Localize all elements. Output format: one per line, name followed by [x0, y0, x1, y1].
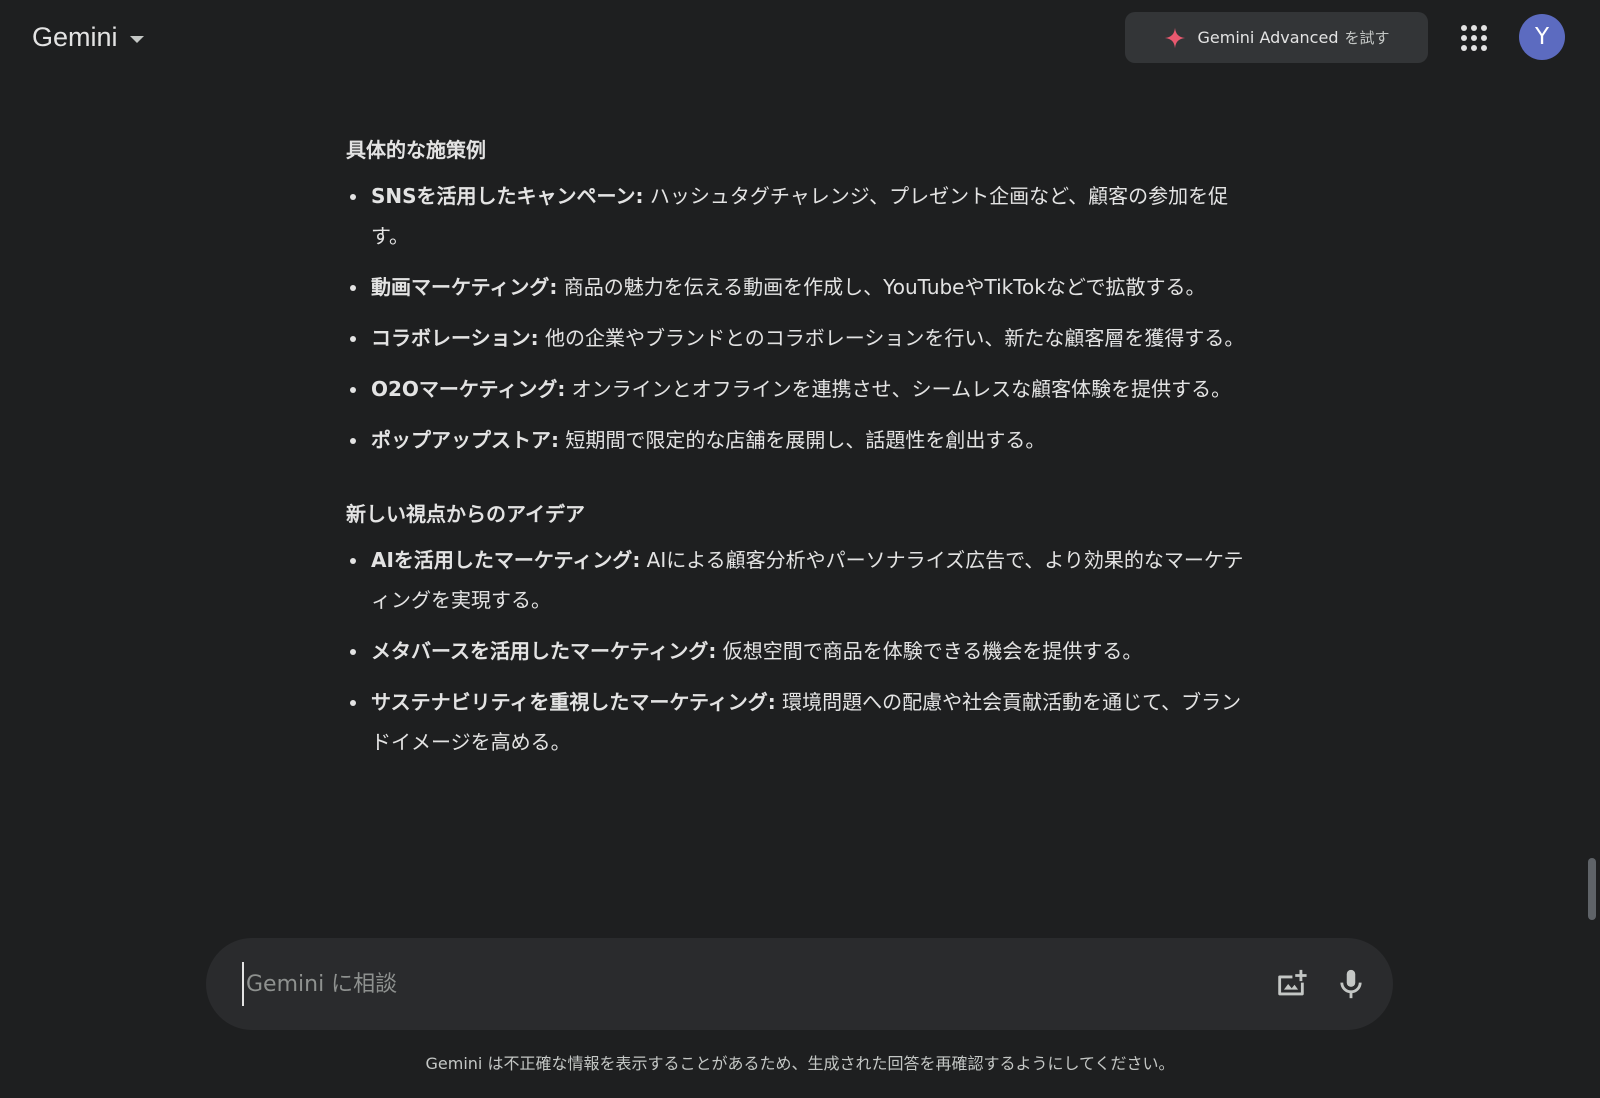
- bullet-list: AIを活用したマーケティング: AIによる顧客分析やパーソナライズ広告で、より効…: [346, 540, 1246, 762]
- advanced-suffix: を試す: [1344, 29, 1390, 47]
- item-term: サステナビリティを重視したマーケティング:: [371, 690, 776, 714]
- item-term: コラボレーション:: [371, 326, 539, 350]
- add-image-icon[interactable]: [1274, 967, 1308, 1001]
- item-term: メタバースを活用したマーケティング:: [371, 639, 717, 663]
- item-text: 商品の魅力を伝える動画を作成し、YouTubeやTikTokなどで拡散する。: [557, 275, 1206, 299]
- model-switcher[interactable]: Gemini: [32, 22, 144, 53]
- list-item: AIを活用したマーケティング: AIによる顧客分析やパーソナライズ広告で、より効…: [346, 540, 1246, 620]
- item-term: ポップアップストア:: [371, 428, 559, 452]
- item-term: O2Oマーケティング:: [371, 377, 566, 401]
- list-item: SNSを活用したキャンペーン: ハッシュタグチャレンジ、プレゼント企画など、顧客…: [346, 176, 1246, 256]
- response-content: 具体的な施策例 SNSを活用したキャンペーン: ハッシュタグチャレンジ、プレゼント…: [346, 124, 1246, 773]
- item-text: 他の企業やブランドとのコラボレーションを行い、新たな顧客層を獲得する。: [538, 326, 1245, 350]
- disclaimer: Gemini は不正確な情報を表示することがあるため、生成された回答を再確認する…: [425, 1054, 1175, 1073]
- list-item: ポップアップストア: 短期間で限定的な店舗を展開し、話題性を創出する。: [346, 420, 1246, 460]
- avatar[interactable]: Y: [1519, 14, 1565, 60]
- prompt-input[interactable]: [242, 962, 1222, 1006]
- item-text: 短期間で限定的な店舗を展開し、話題性を創出する。: [559, 428, 1046, 452]
- section-title: 具体的な施策例: [346, 138, 486, 162]
- apps-grid-icon[interactable]: [1458, 22, 1488, 52]
- chevron-down-icon: [129, 35, 144, 43]
- microphone-icon[interactable]: [1334, 966, 1368, 1002]
- item-text: 仮想空間で商品を体験できる機会を提供する。: [716, 639, 1143, 663]
- list-item: サステナビリティを重視したマーケティング: 環境問題への配慮や社会貢献活動を通じ…: [346, 682, 1246, 762]
- try-advanced-button[interactable]: Gemini Advanced を試す: [1125, 12, 1428, 63]
- content-fade: [0, 870, 1600, 940]
- list-item: O2Oマーケティング: オンラインとオフラインを連携させ、シームレスな顧客体験を…: [346, 369, 1246, 409]
- sparkle-icon: [1164, 27, 1185, 48]
- bullet-list: SNSを活用したキャンペーン: ハッシュタグチャレンジ、プレゼント企画など、顧客…: [346, 176, 1246, 460]
- list-item: メタバースを活用したマーケティング: 仮想空間で商品を体験できる機会を提供する。: [346, 631, 1246, 671]
- prompt-bar: [206, 938, 1393, 1030]
- list-item: 動画マーケティング: 商品の魅力を伝える動画を作成し、YouTubeやTikTo…: [346, 267, 1246, 307]
- scrollbar[interactable]: [1588, 858, 1596, 920]
- response-section: 新しい視点からのアイデア AIを活用したマーケティング: AIによる顧客分析やパー…: [346, 494, 1246, 762]
- item-term: 動画マーケティング:: [371, 275, 558, 299]
- brand-name: Gemini: [32, 22, 118, 52]
- top-bar: Gemini Gemini Advanced を試す Y: [0, 0, 1600, 80]
- item-term: SNSを活用したキャンペーン:: [371, 184, 644, 208]
- list-item: コラボレーション: 他の企業やブランドとのコラボレーションを行い、新たな顧客層を…: [346, 318, 1246, 358]
- section-title: 新しい視点からのアイデア: [346, 502, 585, 526]
- item-text: オンラインとオフラインを連携させ、シームレスな顧客体験を提供する。: [565, 377, 1232, 401]
- item-term: AIを活用したマーケティング:: [371, 548, 641, 572]
- response-section: 具体的な施策例 SNSを活用したキャンペーン: ハッシュタグチャレンジ、プレゼント…: [346, 130, 1246, 460]
- advanced-label: Gemini Advanced: [1197, 28, 1339, 47]
